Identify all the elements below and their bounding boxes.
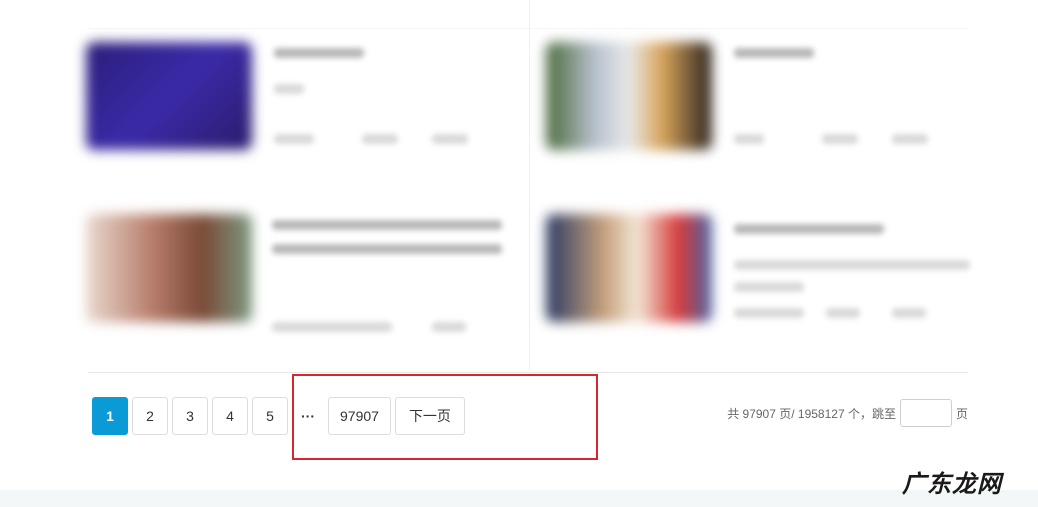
divider [88,28,968,29]
article-title-blurred[interactable] [272,220,502,230]
article-thumbnail[interactable] [86,214,252,322]
article-stat-blurred [432,322,466,332]
article-stat-blurred [892,134,928,144]
article-meta-blurred [274,84,304,94]
article-stat-blurred [274,134,314,144]
article-title-blurred[interactable] [734,224,884,234]
article-summary-blurred [734,260,970,270]
article-title-blurred[interactable] [274,48,364,58]
article-card[interactable] [546,214,976,354]
article-card[interactable] [86,214,516,354]
article-stat-blurred [826,308,860,318]
article-stat-blurred [272,322,392,332]
article-summary-blurred [734,282,804,292]
article-title-blurred[interactable] [734,48,814,58]
footer-band [0,490,1038,507]
article-title-blurred[interactable] [272,244,502,254]
next-page-button[interactable]: 下一页 [394,397,465,435]
jump-page-input[interactable] [899,399,952,427]
article-stat-blurred [822,134,858,144]
pagination-divider [88,372,968,373]
article-card[interactable] [546,42,976,182]
column-divider [529,0,530,370]
article-thumbnail[interactable] [546,214,712,322]
pagination-summary: 共 97907 页/ 1958127 个， 跳至 页 [727,399,968,427]
page-button-1[interactable]: 1 [92,397,128,435]
jump-label: 跳至 [871,406,896,421]
page-button-3[interactable]: 3 [172,397,208,435]
page-unit-label: 页 [955,406,968,421]
article-card[interactable] [86,42,516,182]
pagination: 1 2 3 4 5 ··· 97907 下一页 [92,396,469,436]
article-thumbnail[interactable] [86,42,252,150]
article-stat-blurred [432,134,468,144]
article-stat-blurred [362,134,398,144]
article-thumbnail[interactable] [546,42,712,150]
article-stat-blurred [892,308,926,318]
article-stat-blurred [734,134,764,144]
watermark-logo: 广东龙网 [902,470,1002,498]
pagination-ellipsis: ··· [292,397,324,435]
page-button-5[interactable]: 5 [252,397,288,435]
total-count-text: 共 97907 页/ 1958127 个， [727,406,872,421]
page-button-2[interactable]: 2 [132,397,168,435]
last-page-button[interactable]: 97907 [328,397,391,435]
article-stat-blurred [734,308,804,318]
page-button-4[interactable]: 4 [212,397,248,435]
article-grid [0,0,1038,370]
